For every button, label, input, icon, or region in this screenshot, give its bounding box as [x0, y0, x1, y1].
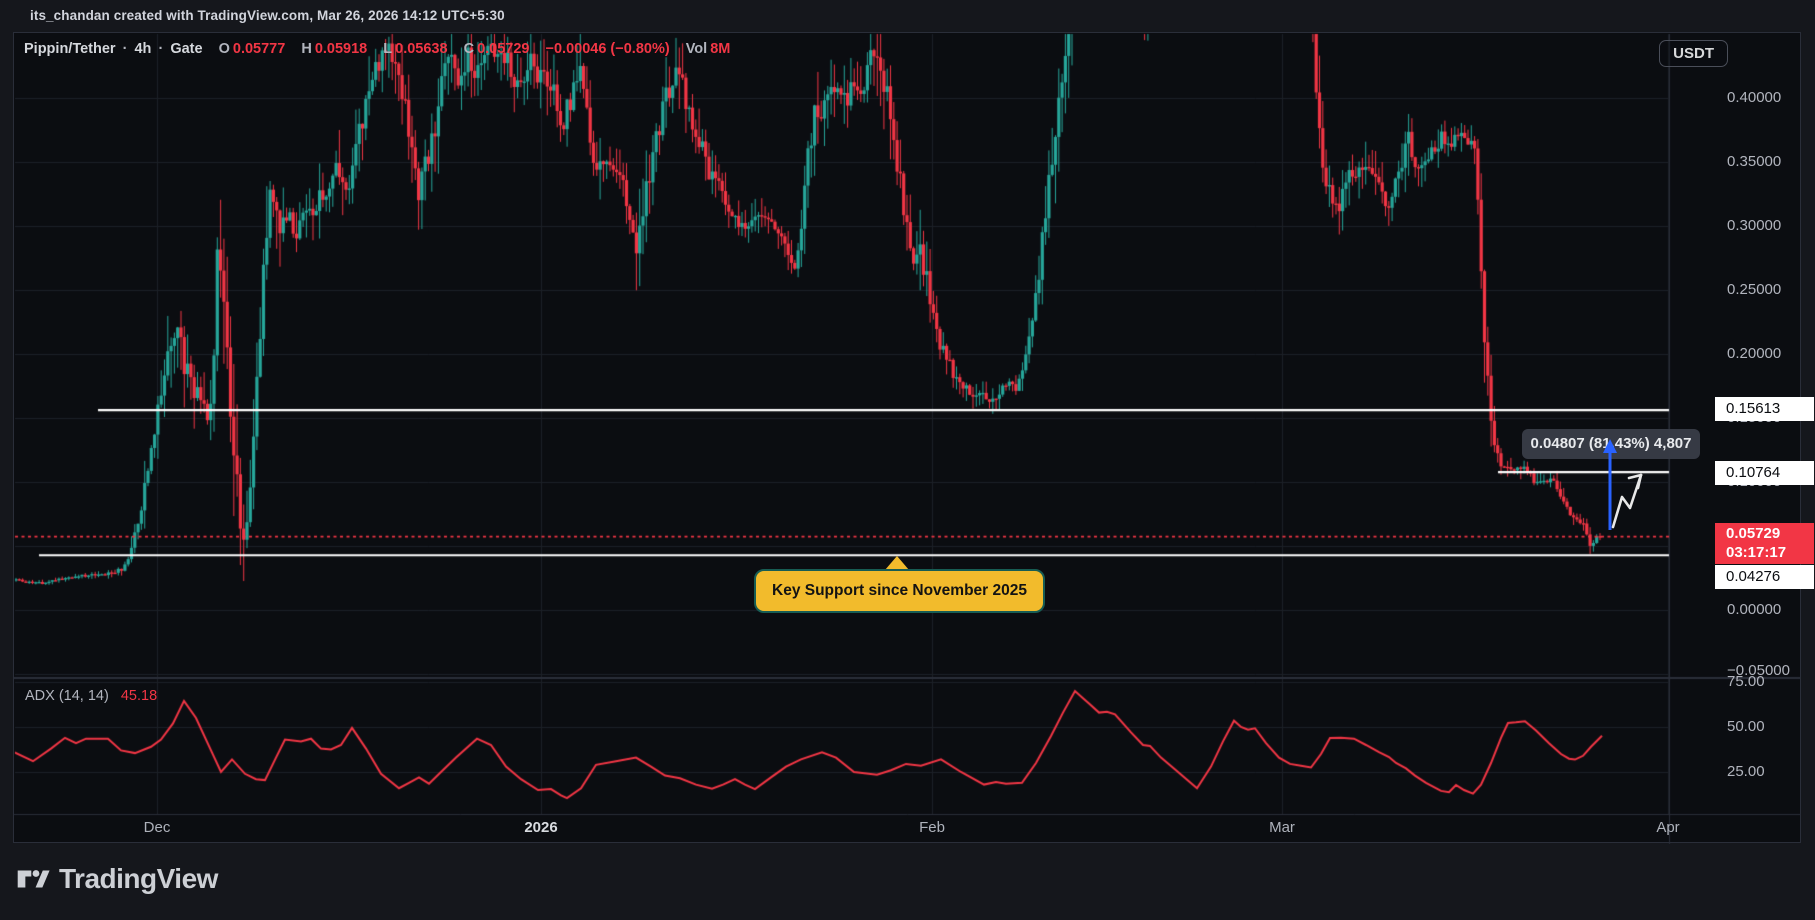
price-tick: 0.25000 — [1727, 280, 1813, 300]
price-tick: 25.00 — [1727, 762, 1813, 782]
price-tick: 0.30000 — [1727, 216, 1813, 236]
open-value: 0.05777 — [233, 41, 285, 57]
support-callout[interactable]: Key Support since November 2025 — [754, 569, 1045, 613]
symbol-name: Pippin/Tether — [24, 41, 116, 57]
time-tick-Apr: Apr — [1656, 819, 1679, 836]
price-tick: 75.00 — [1727, 672, 1813, 692]
price-tick: 50.00 — [1727, 717, 1813, 737]
adx-indicator-legend: ADX (14, 14) 45.18 — [25, 688, 157, 704]
high-label: H — [301, 41, 311, 57]
interval-label: 4h — [134, 41, 151, 57]
adx-value: 45.18 — [121, 688, 157, 704]
exchange-label: Gate — [170, 41, 202, 57]
open-label: O — [219, 41, 230, 57]
tradingview-watermark: TradingView — [16, 863, 218, 895]
attribution-text: its_chandan created with TradingView.com… — [30, 8, 505, 23]
low-value: 0.05638 — [395, 41, 447, 57]
time-tick-Dec: Dec — [144, 819, 171, 836]
tradingview-logo-icon — [16, 864, 50, 894]
last-price-axis-label: 0.05729 03:17:17 — [1715, 523, 1814, 564]
high-value: 0.05918 — [315, 41, 367, 57]
close-value: 0.05729 — [477, 41, 529, 57]
chart-container: Pippin/Tether · 4h · Gate O0.05777 H0.05… — [13, 32, 1801, 843]
adx-name: ADX (14, 14) — [25, 688, 109, 704]
line-price-label: 0.10764 — [1715, 461, 1814, 485]
time-tick-Mar: Mar — [1269, 819, 1295, 836]
price-tick: 0.40000 — [1727, 88, 1813, 108]
last-price-value: 0.05729 — [1726, 524, 1814, 543]
price-tick: 0.00000 — [1727, 600, 1813, 620]
volume-label: Vol — [686, 41, 707, 57]
low-label: L — [383, 41, 392, 57]
callout-pointer — [885, 556, 909, 570]
volume-value: 8M — [710, 41, 730, 57]
time-tick-2026: 2026 — [524, 819, 557, 836]
time-tick-Feb: Feb — [919, 819, 945, 836]
currency-unit-button[interactable]: USDT — [1659, 40, 1728, 67]
brand-name: TradingView — [59, 863, 218, 895]
bar-countdown: 03:17:17 — [1726, 543, 1814, 562]
line-price-label: 0.04276 — [1715, 565, 1814, 589]
close-label: C — [464, 41, 474, 57]
price-range-measure-label[interactable]: 0.04807 (81.43%) 4,807 — [1522, 429, 1700, 459]
callout-text: Key Support since November 2025 — [772, 582, 1027, 600]
price-tick: 0.20000 — [1727, 344, 1813, 364]
price-tick: 0.35000 — [1727, 152, 1813, 172]
symbol-legend: Pippin/Tether · 4h · Gate O0.05777 H0.05… — [24, 41, 733, 57]
change-value: −0.00046 (−0.80%) — [546, 41, 670, 57]
line-price-label: 0.15613 — [1715, 397, 1814, 421]
